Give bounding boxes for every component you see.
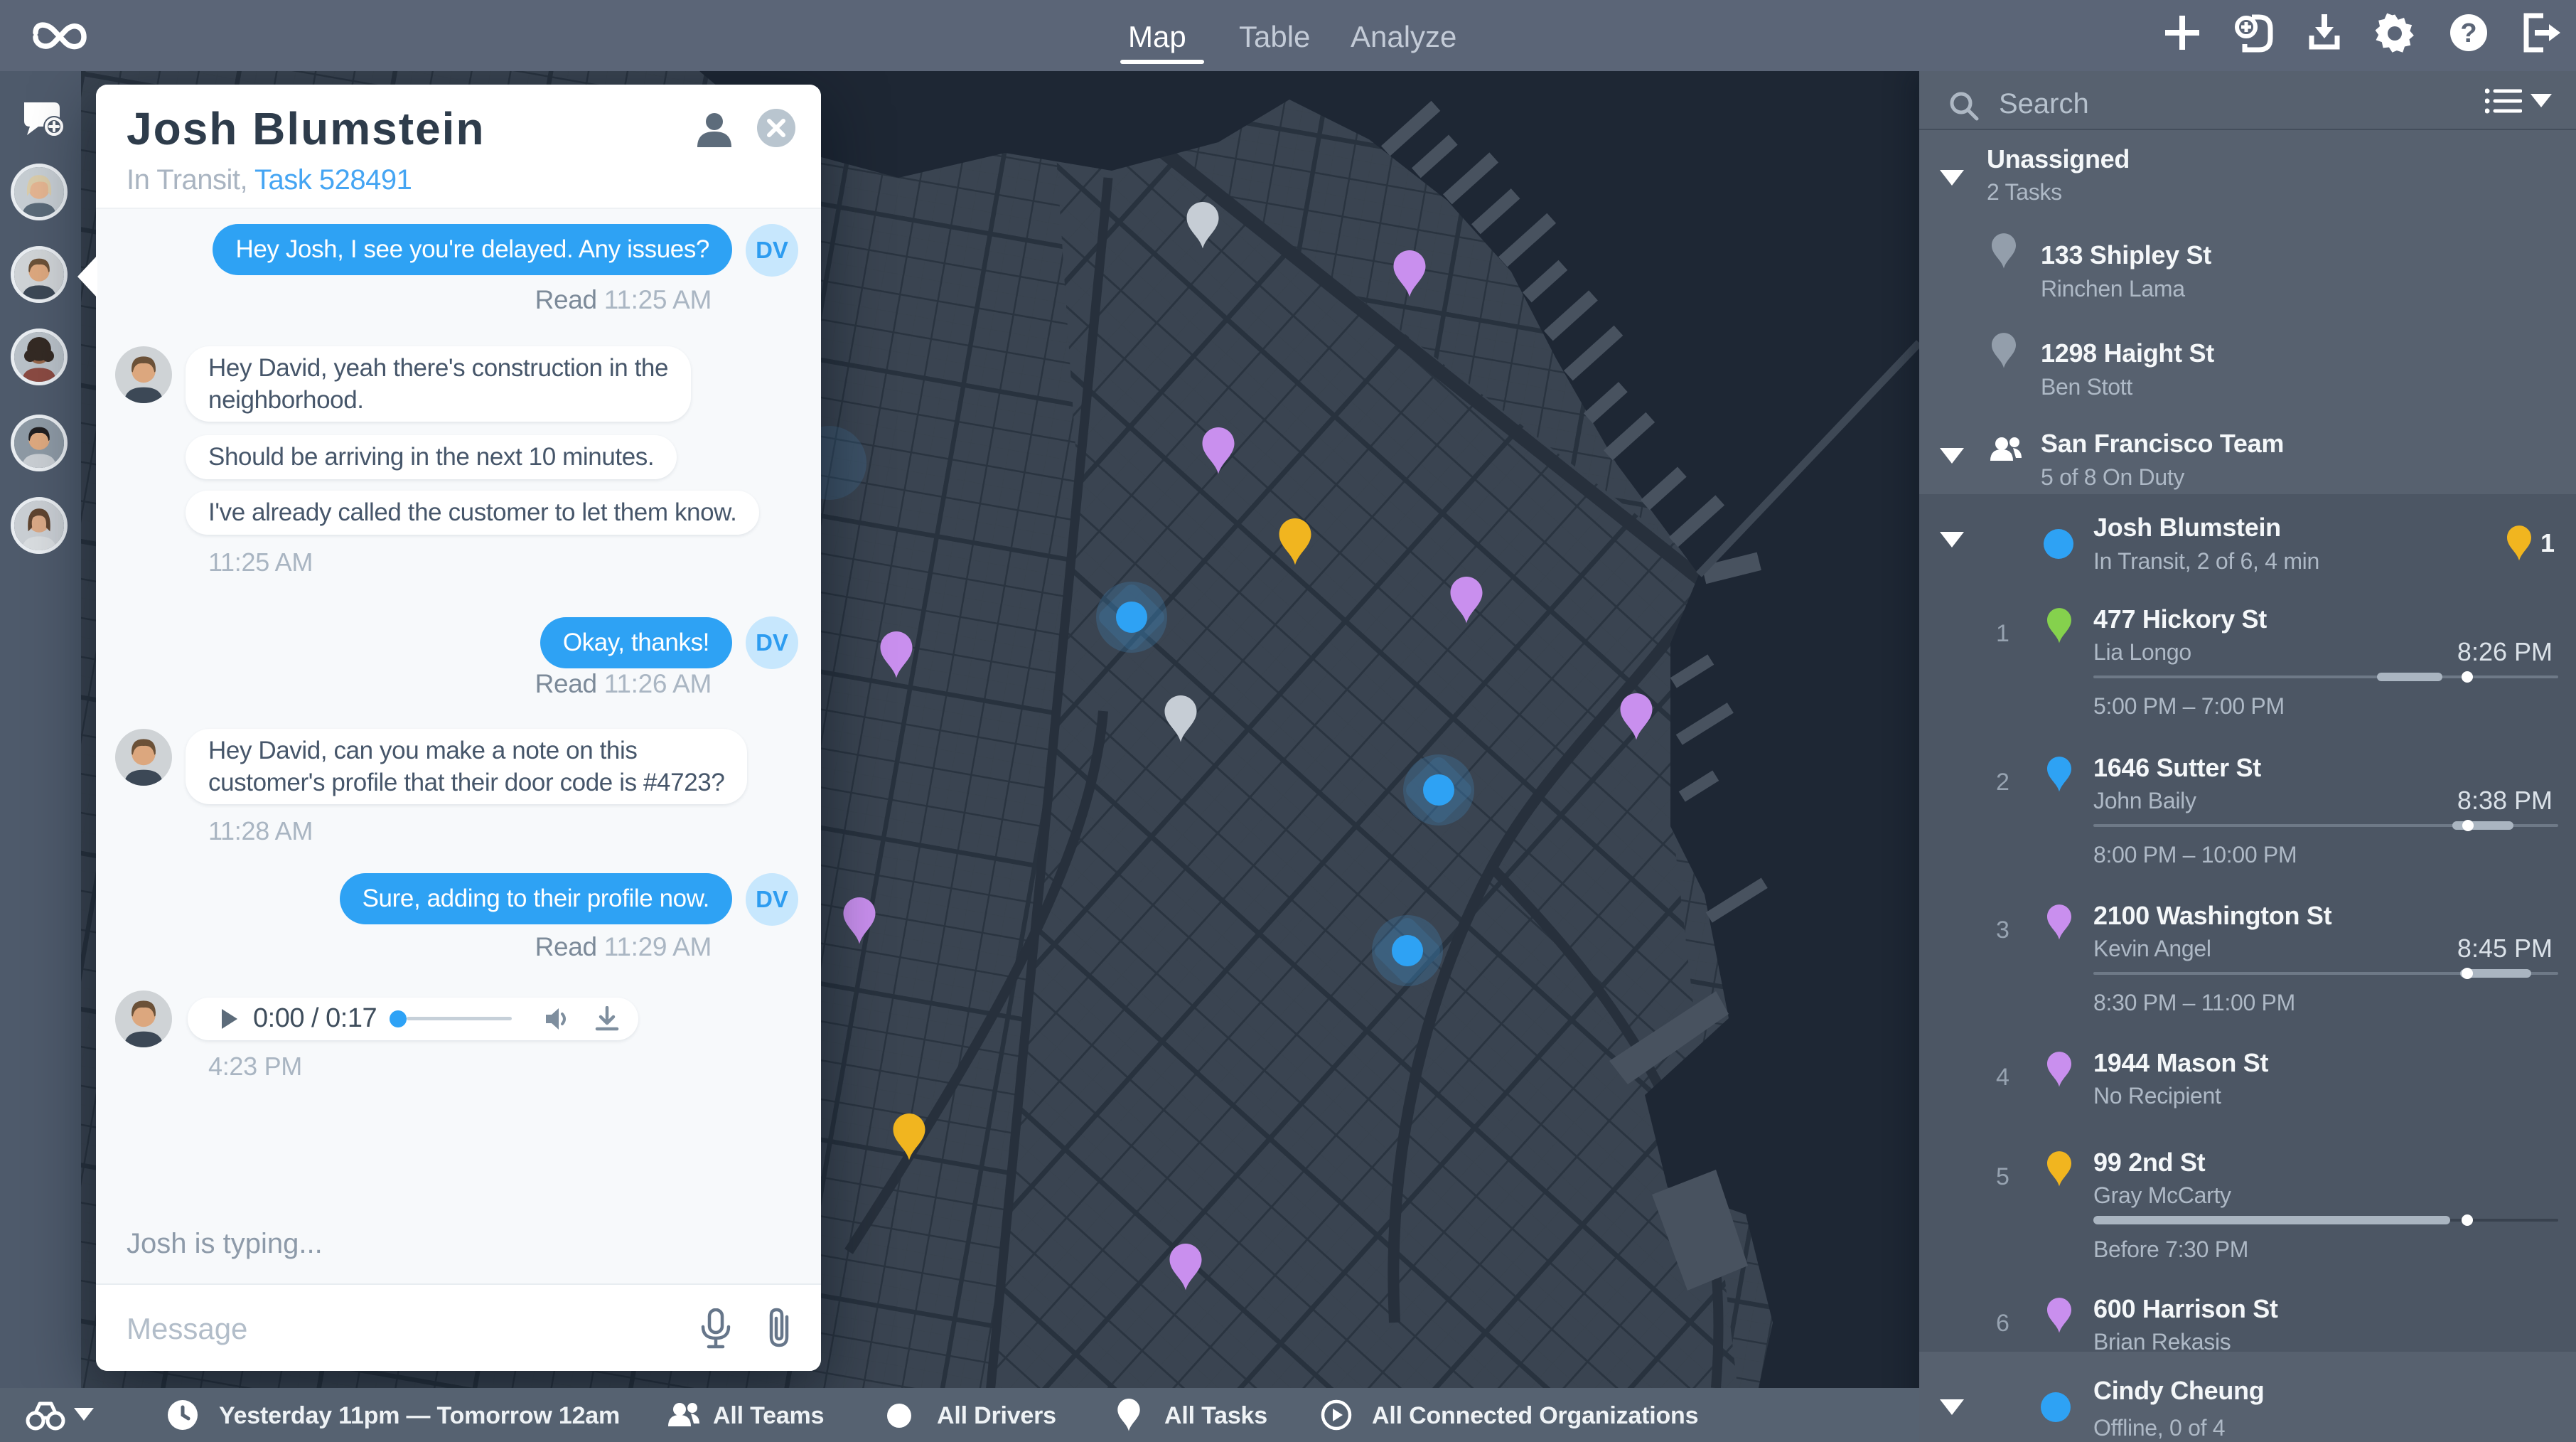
svg-text:?: ? [2460,18,2476,48]
